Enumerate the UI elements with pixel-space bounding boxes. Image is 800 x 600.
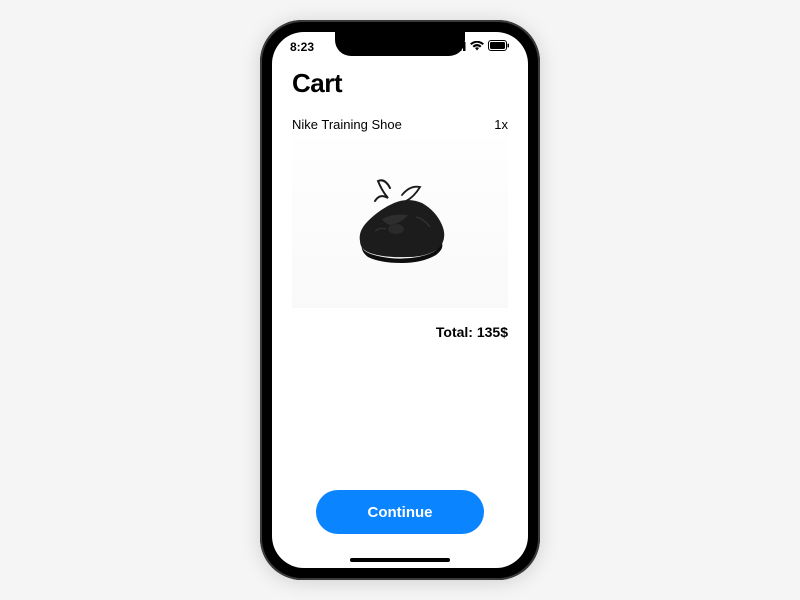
continue-button-label: Continue [368, 504, 433, 521]
phone-notch [335, 32, 465, 56]
phone-frame: 8:23 Cart Nike Training Shoe 1x [260, 20, 540, 580]
spacer [292, 340, 508, 490]
status-time: 8:23 [290, 40, 314, 54]
home-indicator[interactable] [350, 558, 450, 562]
product-image [292, 138, 508, 308]
shoe-graphic [330, 173, 470, 273]
battery-icon [488, 40, 510, 54]
total-label: Total: 135$ [292, 324, 508, 340]
page-title: Cart [292, 68, 508, 99]
cart-item-row: Nike Training Shoe 1x [292, 117, 508, 132]
item-quantity: 1x [494, 117, 508, 132]
wifi-icon [470, 40, 484, 54]
phone-screen: 8:23 Cart Nike Training Shoe 1x [272, 32, 528, 568]
continue-button[interactable]: Continue [316, 490, 484, 534]
item-name: Nike Training Shoe [292, 117, 402, 132]
screen-content: Cart Nike Training Shoe 1x [272, 62, 528, 568]
